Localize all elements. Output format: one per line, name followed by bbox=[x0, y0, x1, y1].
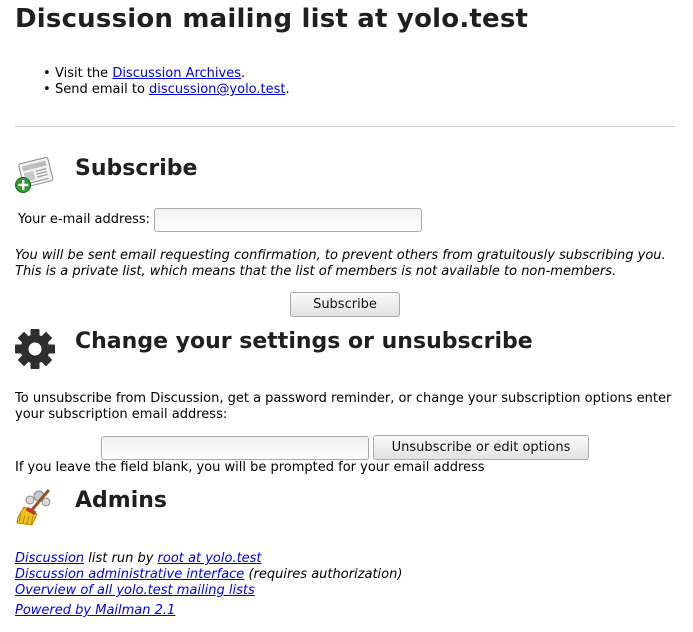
info-links-list: Visit the Discussion Archives. Send emai… bbox=[43, 66, 290, 98]
subscribe-note-line1: You will be sent email requesting confir… bbox=[15, 248, 666, 263]
list-email-link[interactable]: discussion@yolo.test bbox=[149, 82, 285, 97]
settings-desc-line2: your subscription email address: bbox=[15, 407, 228, 422]
divider bbox=[15, 126, 675, 127]
unsubscribe-edit-button[interactable]: Unsubscribe or edit options bbox=[373, 435, 589, 460]
settings-heading: Change your settings or unsubscribe bbox=[75, 329, 533, 354]
page-title: Discussion mailing list at yolo.test bbox=[15, 4, 529, 34]
email-prefix: Send email to bbox=[55, 82, 150, 97]
subscribe-email-input[interactable] bbox=[154, 208, 422, 232]
list-item-email: Send email to discussion@yolo.test. bbox=[43, 82, 290, 98]
admins-heading: Admins bbox=[75, 488, 167, 513]
email-suffix: . bbox=[285, 82, 290, 97]
archives-prefix: Visit the bbox=[55, 66, 113, 81]
admin-interface-link[interactable]: Discussion administrative interface bbox=[15, 567, 244, 582]
powered-by-link[interactable]: Powered by Mailman 2.1 bbox=[15, 603, 175, 618]
settings-desc-line1: To unsubscribe from Discussion, get a pa… bbox=[15, 391, 672, 406]
subscribe-heading: Subscribe bbox=[75, 156, 198, 181]
list-item-archives: Visit the Discussion Archives. bbox=[43, 66, 290, 82]
archives-link[interactable]: Discussion Archives bbox=[112, 66, 241, 81]
overview-link[interactable]: Overview of all yolo.test mailing lists bbox=[15, 583, 255, 598]
requires-auth-text: (requires authorization) bbox=[244, 567, 403, 582]
broom-icon bbox=[13, 487, 55, 529]
archives-suffix: . bbox=[241, 66, 246, 81]
subscribe-add-icon bbox=[13, 154, 55, 196]
list-info-link[interactable]: Discussion bbox=[15, 551, 84, 566]
email-label: Your e-mail address: bbox=[18, 212, 151, 227]
unsubscribe-email-input[interactable] bbox=[101, 436, 369, 460]
subscribe-note-line2: This is a private list, which means that… bbox=[15, 264, 617, 279]
owner-link[interactable]: root at yolo.test bbox=[158, 551, 262, 566]
admins-line-overview: Overview of all yolo.test mailing lists bbox=[15, 583, 255, 599]
settings-hint: If you leave the field blank, you will b… bbox=[15, 460, 485, 475]
admins-line-owner: Discussion list run by root at yolo.test bbox=[15, 551, 262, 567]
subscribe-button[interactable]: Subscribe bbox=[290, 292, 400, 317]
run-by-text: list run by bbox=[84, 551, 158, 566]
admins-line-admin: Discussion administrative interface (req… bbox=[15, 567, 402, 583]
gear-icon bbox=[13, 327, 55, 369]
admins-line-powered: Powered by Mailman 2.1 bbox=[15, 603, 175, 619]
